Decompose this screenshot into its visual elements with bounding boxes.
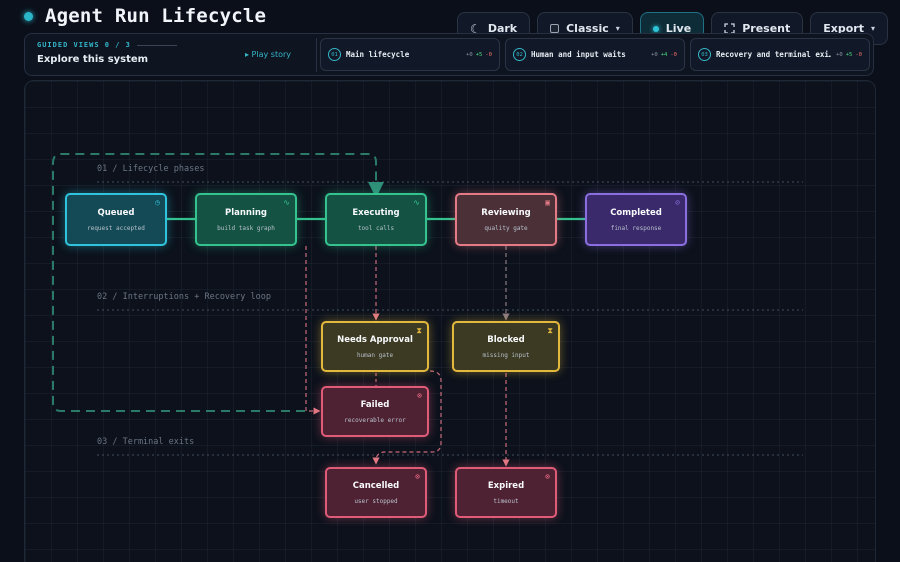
view-stats: +0 +4 -0 [651, 51, 677, 58]
node-queued[interactable]: ◷ Queued request accepted [65, 193, 167, 246]
node-planning[interactable]: ∿ Planning build task graph [195, 193, 297, 246]
node-subtitle: missing input [482, 351, 530, 359]
node-title: Blocked [487, 334, 525, 345]
guided-views-panel: GUIDED VIEWS 0 / 3 Explore this system ▸… [24, 33, 874, 76]
section-label-interruptions: 02 / Interruptions + Recovery loop [97, 292, 271, 302]
node-executing[interactable]: ∿ Executing tool calls [325, 193, 427, 246]
guided-view-card-1[interactable]: 01 Main lifecycle +0 +5 -0 [320, 38, 500, 71]
node-subtitle: build task graph [217, 224, 275, 232]
clock-icon: ◷ [155, 198, 160, 207]
node-title: Reviewing [481, 207, 531, 218]
view-name: Main lifecycle [346, 50, 410, 59]
chevron-down-icon: ▾ [615, 24, 620, 33]
node-subtitle: tool calls [357, 224, 395, 232]
guided-views-label: GUIDED VIEWS 0 / 3 [37, 41, 131, 49]
node-cancelled[interactable]: ⊗ Cancelled user stopped [325, 467, 427, 518]
node-subtitle: quality gate [484, 224, 528, 232]
node-title: Expired [487, 480, 525, 491]
node-blocked[interactable]: ⧗ Blocked missing input [452, 321, 560, 372]
node-reviewing[interactable]: ▣ Reviewing quality gate [455, 193, 557, 246]
node-needs-approval[interactable]: ⧗ Needs Approval human gate [321, 321, 429, 372]
page-title: Agent Run Lifecycle [45, 5, 267, 27]
section-label-terminal: 03 / Terminal exits [97, 437, 195, 447]
view-number: 03 [698, 48, 711, 61]
node-failed[interactable]: ⊗ Failed recoverable error [321, 386, 429, 437]
node-title: Cancelled [352, 480, 400, 491]
diagram-canvas[interactable]: 01 / Lifecycle phases 02 / Interruptions… [24, 80, 876, 562]
style-icon [550, 24, 560, 33]
node-subtitle: human gate [356, 351, 394, 359]
play-story-button[interactable]: ▸ Play story [245, 50, 291, 59]
node-subtitle: recoverable error [344, 416, 406, 424]
node-subtitle: user stopped [354, 497, 398, 505]
divider [316, 38, 317, 72]
node-title: Needs Approval [337, 334, 413, 345]
node-subtitle: request accepted [87, 224, 145, 232]
guided-view-card-3[interactable]: 03 Recovery and terminal exi… +0 +5 -0 [690, 38, 870, 71]
x-circle-icon: ⊗ [415, 472, 420, 481]
view-number: 02 [513, 48, 526, 61]
view-stats: +0 +5 -0 [836, 51, 862, 58]
hourglass-icon: ⧗ [547, 326, 553, 335]
node-title: Queued [97, 207, 135, 218]
header: Agent Run Lifecycle [24, 4, 266, 28]
node-expired[interactable]: ⊗ Expired timeout [455, 467, 557, 518]
node-title: Completed [610, 207, 662, 218]
square-icon: ▣ [545, 198, 550, 207]
section-label-lifecycle: 01 / Lifecycle phases [97, 164, 205, 174]
node-subtitle: timeout [493, 497, 519, 505]
x-circle-icon: ⊗ [545, 472, 550, 481]
check-circle-icon: ⊘ [675, 198, 680, 207]
connector-layer [52, 153, 803, 467]
x-circle-icon: ⊗ [417, 391, 422, 400]
edge-executing-failed [305, 246, 321, 415]
view-name: Human and input waits [531, 50, 626, 59]
node-title: Executing [352, 207, 400, 218]
node-completed[interactable]: ⊘ Completed final response [585, 193, 687, 246]
node-subtitle: final response [610, 224, 662, 232]
progress-line [136, 44, 177, 46]
pulse-icon: ∿ [283, 198, 290, 207]
guided-view-card-2[interactable]: 02 Human and input waits +0 +4 -0 [505, 38, 685, 71]
chevron-down-icon: ▾ [870, 24, 875, 33]
status-dot [24, 11, 33, 21]
view-name: Recovery and terminal exi… [716, 50, 832, 59]
live-dot-icon [652, 25, 659, 32]
pulse-icon: ∿ [413, 198, 420, 207]
node-title: Planning [224, 207, 268, 218]
hourglass-icon: ⧗ [416, 326, 422, 335]
node-title: Failed [360, 399, 390, 410]
view-stats: +0 +5 -0 [466, 51, 492, 58]
view-number: 01 [328, 48, 341, 61]
